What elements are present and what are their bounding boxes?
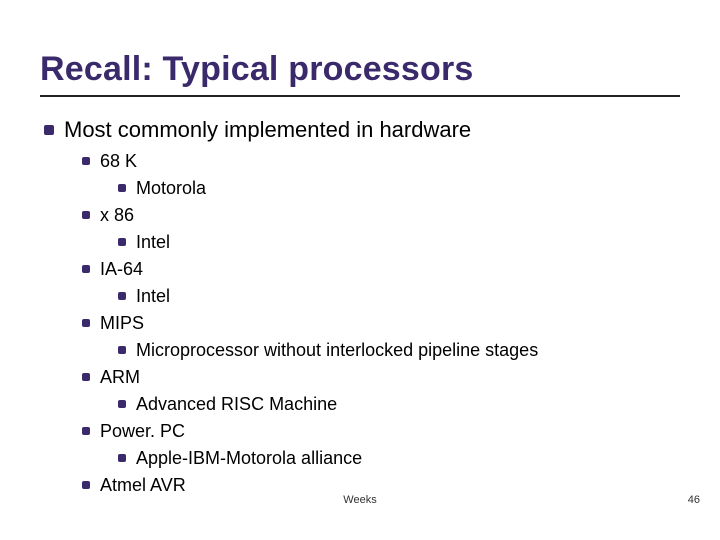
list-item: x 86 Intel — [78, 203, 680, 254]
footer-center-text: Weeks — [0, 494, 720, 506]
list-item: ARM Advanced RISC Machine — [78, 365, 680, 416]
list-item: Most commonly implemented in hardware 68… — [40, 115, 680, 498]
list-item-label: Most commonly implemented in hardware — [64, 117, 471, 142]
list-item-label: Advanced RISC Machine — [136, 394, 337, 414]
page-title: Recall: Typical processors — [40, 50, 680, 89]
list-item-label: Intel — [136, 286, 170, 306]
list-item: Microprocessor without interlocked pipel… — [114, 338, 680, 362]
list-item: 68 K Motorola — [78, 149, 680, 200]
bullet-list-level2: 68 K Motorola x 86 Intel — [78, 149, 680, 498]
list-item-label: 68 K — [100, 151, 137, 171]
list-item-label: x 86 — [100, 205, 134, 225]
list-item-label: Atmel AVR — [100, 475, 186, 495]
list-item-label: MIPS — [100, 313, 144, 333]
list-item-label: Intel — [136, 232, 170, 252]
bullet-list-level1: Most commonly implemented in hardware 68… — [40, 115, 680, 498]
bullet-list-level3: Intel — [114, 284, 680, 308]
list-item: Motorola — [114, 176, 680, 200]
bullet-list-level3: Apple-IBM-Motorola alliance — [114, 446, 680, 470]
slide: Recall: Typical processors Most commonly… — [0, 0, 720, 540]
bullet-list-level3: Microprocessor without interlocked pipel… — [114, 338, 680, 362]
list-item: MIPS Microprocessor without interlocked … — [78, 311, 680, 362]
page-number: 46 — [688, 494, 700, 506]
list-item-label: IA-64 — [100, 259, 143, 279]
title-underline — [40, 95, 680, 97]
list-item-label: Motorola — [136, 178, 206, 198]
list-item: Intel — [114, 230, 680, 254]
list-item: Intel — [114, 284, 680, 308]
list-item-label: Microprocessor without interlocked pipel… — [136, 340, 538, 360]
list-item: Advanced RISC Machine — [114, 392, 680, 416]
list-item-label: Power. PC — [100, 421, 185, 441]
list-item: Power. PC Apple-IBM-Motorola alliance — [78, 419, 680, 470]
list-item: Apple-IBM-Motorola alliance — [114, 446, 680, 470]
list-item-label: ARM — [100, 367, 140, 387]
bullet-list-level3: Motorola — [114, 176, 680, 200]
bullet-list-level3: Intel — [114, 230, 680, 254]
bullet-list-level3: Advanced RISC Machine — [114, 392, 680, 416]
list-item-label: Apple-IBM-Motorola alliance — [136, 448, 362, 468]
list-item: IA-64 Intel — [78, 257, 680, 308]
